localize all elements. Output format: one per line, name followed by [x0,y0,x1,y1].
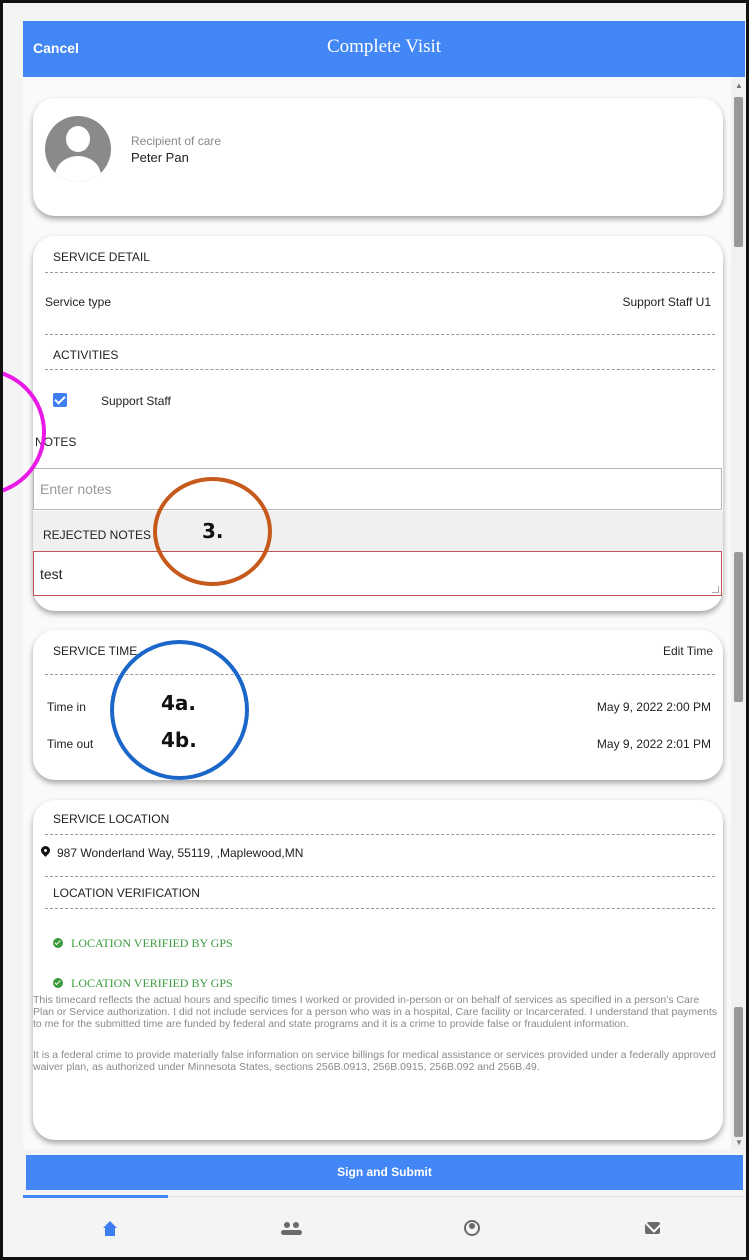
avatar [45,116,111,182]
people-icon-body [281,1230,302,1235]
address-text: 987 Wonderland Way, 55119, ,Maplewood,MN [57,846,304,860]
time-in-value: May 9, 2022 2:00 PM [596,700,711,714]
account-icon-ring [464,1220,480,1236]
header-bar: Cancel Complete Visit [23,21,745,77]
service-time-title: SERVICE TIME [53,644,138,658]
time-out-label: Time out [47,737,94,751]
rejected-notes-text: test [40,566,63,582]
legal-text-2: It is a federal crime to provide materia… [33,1049,716,1073]
scroll-up-icon[interactable]: ▲ [735,81,743,90]
rejected-notes-title: REJECTED NOTES [43,528,152,542]
annotation-label-3: 3. [202,519,224,543]
divider [45,272,715,273]
divider [45,334,715,335]
scrollbar-thumb-lower[interactable] [734,1007,743,1137]
account-icon[interactable] [458,1217,488,1241]
scrollbar[interactable]: ▲ ▼ [731,77,745,1149]
edit-time-button[interactable]: Edit Time [663,644,713,658]
check-circle-icon [53,938,63,948]
recipient-label: Recipient of care [131,134,222,148]
service-detail-title: SERVICE DETAIL [53,250,150,264]
people-icon-head-right [293,1222,299,1228]
scrollbar-thumb-secondary[interactable] [734,552,743,702]
legal-text-1: This timecard reflects the actual hours … [33,994,718,1030]
recipient-card: Recipient of care Peter Pan [33,98,723,216]
resize-handle-icon[interactable] [712,586,719,593]
annotation-label-4a: 4a. [161,691,197,715]
check-circle-icon [53,978,63,988]
divider [45,908,715,909]
nav-active-indicator [23,1195,168,1198]
scroll-down-icon[interactable]: ▼ [735,1138,743,1147]
avatar-head [66,126,90,152]
home-icon-wall [105,1228,115,1236]
people-icon[interactable] [278,1217,308,1241]
divider [45,834,715,835]
sign-and-submit-button[interactable]: Sign and Submit [26,1155,743,1190]
page-title: Complete Visit [326,36,442,57]
gps-verified-1-text: LOCATION VERIFIED BY GPS [71,936,233,950]
people-icon-head-left [284,1222,290,1228]
service-type-label: Service type [45,295,112,309]
activity-checkbox[interactable] [53,393,67,407]
service-type-value: Support Staff U1 [622,295,712,309]
location-pin-icon [39,844,52,857]
gps-verified-2-text: LOCATION VERIFIED BY GPS [71,976,233,990]
rejected-notes-input[interactable]: test [33,551,722,596]
gps-verified-1: LOCATION VERIFIED BY GPS [53,936,233,951]
avatar-body [55,156,101,182]
app-frame: Cancel Complete Visit ▲ ▼ Recipient of c… [0,0,749,1260]
time-in-label: Time in [47,700,86,714]
service-location-card: SERVICE LOCATION 987 Wonderland Way, 551… [33,800,723,1140]
divider [45,369,715,370]
notes-input[interactable]: Enter notes [33,468,722,510]
location-verification-title: LOCATION VERIFICATION [53,886,200,900]
annotation-label-4b: 4b. [161,728,197,752]
notes-header: NOTES [33,426,723,459]
home-icon[interactable] [98,1217,128,1241]
home-icon-roof [103,1221,117,1228]
gps-verified-2: LOCATION VERIFIED BY GPS [53,976,233,991]
activity-label: Support Staff [101,394,171,408]
activities-title: ACTIVITIES [53,348,119,362]
service-location-title: SERVICE LOCATION [53,812,170,826]
scrollbar-thumb[interactable] [734,97,743,247]
bottom-nav [23,1195,745,1257]
divider [45,876,715,877]
recipient-name: Peter Pan [131,150,189,165]
mail-icon-envelope [645,1222,660,1234]
mail-icon[interactable] [640,1217,670,1241]
time-out-value: May 9, 2022 2:01 PM [596,737,711,751]
